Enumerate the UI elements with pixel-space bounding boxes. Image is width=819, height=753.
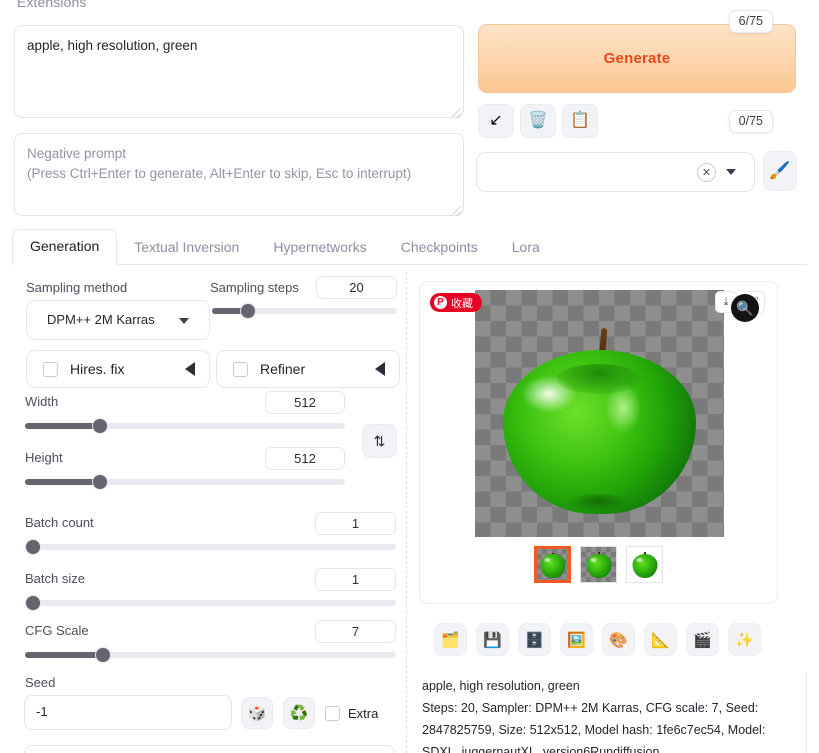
apple-body <box>540 553 565 578</box>
expand-triangle-icon[interactable] <box>185 362 195 376</box>
generation-info-line-4: SDXL_juggernautXL_version6Rundiffusion <box>422 744 660 753</box>
sparkles-icon[interactable]: ✨ <box>728 623 761 656</box>
zip-icon[interactable]: 🗄️ <box>518 623 551 656</box>
width-slider[interactable] <box>25 418 345 434</box>
positive-prompt-input[interactable]: apple, high resolution, green <box>14 25 464 118</box>
apple-dimple <box>557 364 641 394</box>
sampling-method-label: Sampling method <box>26 280 128 295</box>
generation-info: apple, high resolution, green Steps: 20,… <box>422 676 796 753</box>
apple-body <box>503 350 696 514</box>
sampling-steps-slider[interactable] <box>212 303 397 319</box>
negative-resize-handle[interactable] <box>451 204 461 214</box>
tab-checkpoints[interactable]: Checkpoints <box>384 231 495 264</box>
apple-illustration <box>503 327 696 514</box>
sampling-steps-label: Sampling steps <box>210 280 299 295</box>
batch-size-label: Batch size <box>25 571 85 586</box>
restore-progress-icon[interactable]: ↙ <box>478 104 514 138</box>
height-slider[interactable] <box>25 474 345 490</box>
negative-token-counter: 0/75 <box>728 110 773 133</box>
batch-size-value[interactable]: 1 <box>315 568 396 591</box>
refiner-checkbox[interactable] <box>233 361 248 377</box>
palette-icon[interactable]: 🎨 <box>602 623 635 656</box>
image-icon[interactable]: 🖼️ <box>560 623 593 656</box>
seed-extra-field[interactable] <box>24 745 395 753</box>
cfg-scale-value[interactable]: 7 <box>315 620 396 643</box>
clear-icon[interactable]: ✕ <box>697 163 716 182</box>
expand-triangle-icon[interactable] <box>375 362 385 376</box>
batch-size-slider[interactable] <box>25 595 396 611</box>
tab-generation[interactable]: Generation <box>12 229 118 265</box>
extra-checkbox[interactable] <box>325 706 340 721</box>
cfg-scale-slider[interactable] <box>25 647 396 663</box>
prompt-resize-handle[interactable] <box>451 106 461 116</box>
dice-icon[interactable]: 🎲 <box>241 697 273 729</box>
prompt-token-counter: 6/75 <box>728 10 773 33</box>
ruler-icon[interactable]: 📐 <box>644 623 677 656</box>
tab-textual-inversion[interactable]: Textual Inversion <box>117 231 256 264</box>
thumbnail-strip <box>420 546 777 583</box>
hires-fix-checkbox[interactable] <box>43 361 58 377</box>
swap-dimensions-button[interactable]: ⇅ <box>362 424 397 458</box>
thumbnail-1[interactable] <box>534 546 571 583</box>
tab-lora[interactable]: Lora <box>495 231 557 264</box>
batch-count-value[interactable]: 1 <box>315 512 396 535</box>
height-value[interactable]: 512 <box>265 447 345 470</box>
height-label: Height <box>25 450 63 465</box>
hires-fix-toggle[interactable]: Hires. fix <box>26 350 210 388</box>
panel-divider <box>806 672 807 753</box>
result-actions-toolbar: 🗂️ 💾 🗄️ 🖼️ 🎨 📐 🎬 ✨ <box>434 623 761 656</box>
trash-icon[interactable]: 🗑️ <box>520 104 556 138</box>
chevron-down-icon[interactable] <box>726 169 736 175</box>
batch-count-slider[interactable] <box>25 539 396 555</box>
sd-webui-txt2img-page: Extensions apple, high resolution, green… <box>0 0 819 753</box>
width-value[interactable]: 512 <box>265 391 345 414</box>
seed-input[interactable]: -1 <box>24 695 232 730</box>
cfg-scale-label: CFG Scale <box>25 623 89 638</box>
apple-shadow <box>567 494 629 512</box>
negative-prompt-input[interactable]: Negative prompt (Press Ctrl+Enter to gen… <box>14 133 464 216</box>
apple-body <box>632 553 657 578</box>
folder-icon[interactable]: 🗂️ <box>434 623 467 656</box>
tab-hypernetworks[interactable]: Hypernetworks <box>256 231 383 264</box>
recycle-icon[interactable]: ♻️ <box>283 697 315 729</box>
pinterest-icon: P <box>434 296 447 309</box>
clipboard-icon[interactable]: 📋 <box>562 104 598 138</box>
generation-info-line-3: 2847825759, Size: 512x512, Model hash: 1… <box>422 722 766 737</box>
sampling-steps-value[interactable]: 20 <box>316 276 397 299</box>
batch-count-label: Batch count <box>25 515 94 530</box>
extensions-label: Extensions <box>17 0 87 10</box>
negative-placeholder-line-1: Negative prompt <box>27 146 127 161</box>
sampling-method-select[interactable]: DPM++ 2M Karras <box>26 300 210 340</box>
visual-search-icon[interactable]: 🔍 <box>731 294 759 322</box>
extra-toggle[interactable]: Extra <box>325 706 378 721</box>
seed-label: Seed <box>25 675 56 690</box>
tab-bar: Generation Textual Inversion Hypernetwor… <box>12 228 807 265</box>
hires-fix-label: Hires. fix <box>70 361 125 377</box>
generate-button[interactable]: Generate <box>478 24 796 93</box>
thumbnail-3[interactable] <box>626 546 663 583</box>
pinterest-save-label: 收藏 <box>451 297 473 310</box>
thumbnail-2[interactable] <box>580 546 617 583</box>
width-label: Width <box>25 394 59 409</box>
refiner-toggle[interactable]: Refiner <box>216 350 400 388</box>
save-icon[interactable]: 💾 <box>476 623 509 656</box>
generation-info-line-2: Steps: 20, Sampler: DPM++ 2M Karras, CFG… <box>422 700 759 715</box>
extra-label: Extra <box>348 706 379 721</box>
sampling-method-value: DPM++ 2M Karras <box>47 312 155 327</box>
refiner-label: Refiner <box>260 361 306 377</box>
paintbrush-icon[interactable]: 🖌️ <box>763 151 797 191</box>
clapperboard-icon[interactable]: 🎬 <box>686 623 719 656</box>
apple-body <box>586 553 611 578</box>
negative-placeholder-line-2: (Press Ctrl+Enter to generate, Alt+Enter… <box>27 166 412 182</box>
styles-select[interactable]: ✕ <box>476 152 755 192</box>
generation-info-line-1: apple, high resolution, green <box>422 679 580 693</box>
prompt-area: apple, high resolution, green Negative p… <box>11 10 464 216</box>
generated-image[interactable] <box>475 290 724 537</box>
chevron-down-icon[interactable] <box>179 318 189 324</box>
pinterest-save-badge[interactable]: P 收藏 <box>430 293 482 312</box>
generation-settings-panel: Sampling method DPM++ 2M Karras Sampling… <box>12 272 407 753</box>
result-panel: P 收藏 ⤓ ⛶ 🔍 <box>419 281 778 604</box>
